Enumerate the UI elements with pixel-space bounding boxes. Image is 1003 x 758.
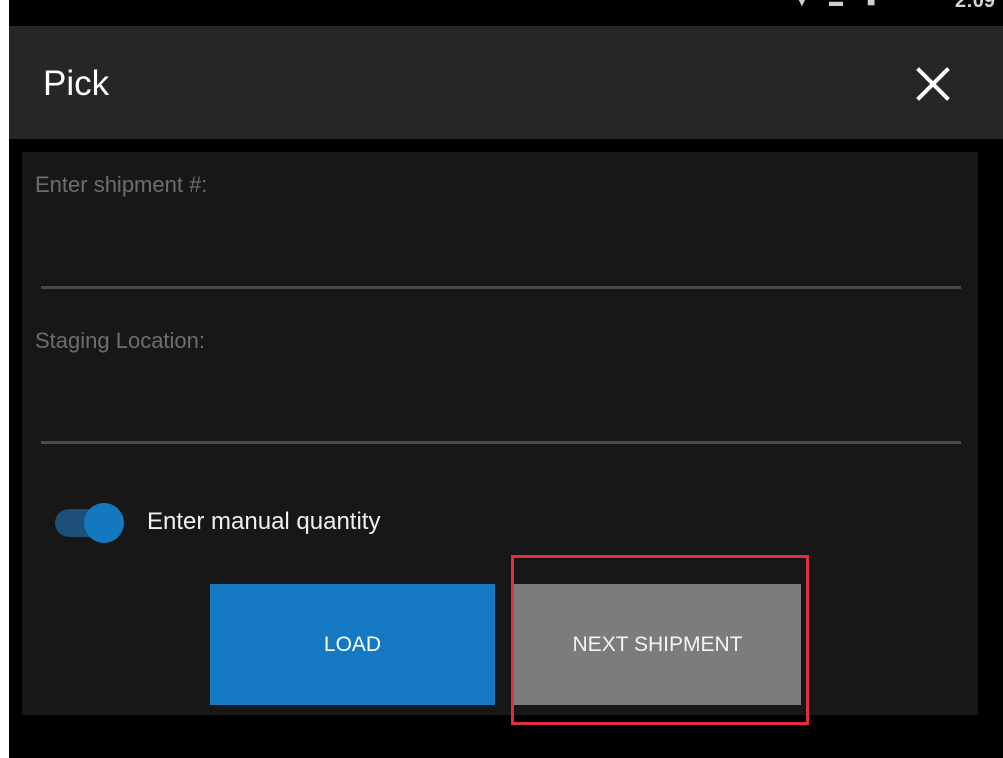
next-shipment-button[interactable]: NEXT SHIPMENT xyxy=(514,584,801,705)
shipment-label: Enter shipment #: xyxy=(35,172,208,197)
pick-form-panel: Enter shipment #: Staging Location: Ente… xyxy=(22,152,978,715)
close-icon xyxy=(916,67,950,101)
status-bar: ▼ ▬ ■ 2:09 xyxy=(9,0,1003,10)
battery-icon: ■ xyxy=(867,0,876,9)
manual-quantity-toggle[interactable] xyxy=(55,503,124,543)
page-title: Pick xyxy=(43,64,110,103)
load-button[interactable]: LOAD xyxy=(210,584,495,705)
signal-icon: ▬ xyxy=(829,0,843,9)
manual-quantity-label: Enter manual quantity xyxy=(147,508,381,535)
device-screen: ▼ ▬ ■ 2:09 Pick Enter shipment #: Stagin… xyxy=(9,0,1003,758)
shipment-input[interactable] xyxy=(41,242,961,289)
app-bar: Pick xyxy=(9,26,1003,139)
status-time: 2:09 xyxy=(955,0,995,10)
staging-location-label: Staging Location: xyxy=(35,328,206,353)
staging-location-input[interactable] xyxy=(41,397,961,444)
toggle-thumb xyxy=(84,503,124,543)
close-button[interactable] xyxy=(909,60,957,108)
wifi-icon: ▼ xyxy=(795,0,809,9)
